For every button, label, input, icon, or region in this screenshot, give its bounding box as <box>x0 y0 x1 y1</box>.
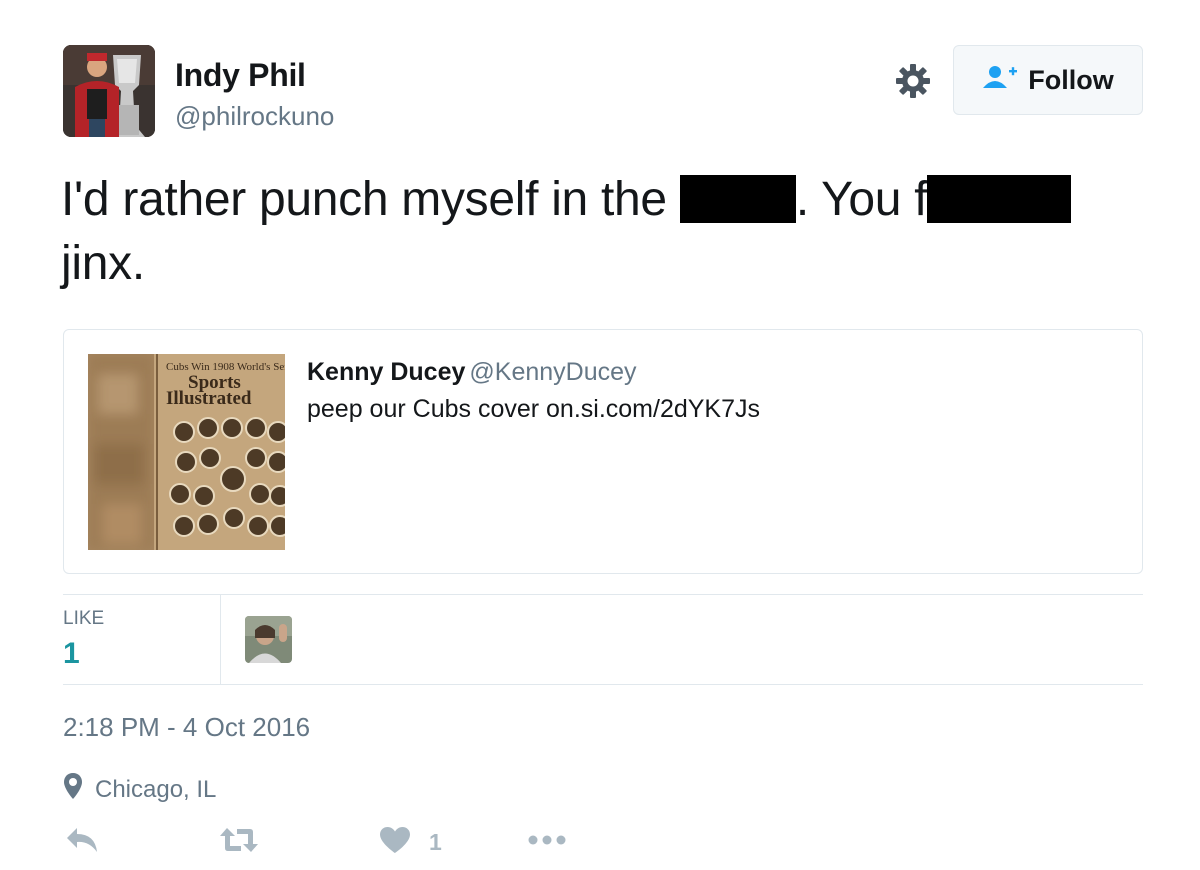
like-action-count: 1 <box>429 828 442 855</box>
tweet-text-part1: I'd rather punch myself in the <box>61 173 680 226</box>
tweet-stats: LIKE 1 <box>63 594 1143 685</box>
tweet-header: Indy Phil @philrockuno Follow <box>63 45 1143 137</box>
author-name[interactable]: Indy Phil <box>175 57 306 94</box>
like-stat[interactable]: LIKE 1 <box>63 595 221 684</box>
cover-title-2: Illustrated <box>166 388 252 409</box>
tweet-location[interactable]: Chicago, IL <box>63 772 216 807</box>
tweet-text-part3: jinx. <box>61 237 145 290</box>
retweet-icon <box>219 826 259 859</box>
redaction-box <box>927 175 1072 223</box>
location-label: Chicago, IL <box>95 775 217 803</box>
tweet-actions: 1 <box>63 822 663 862</box>
follow-button[interactable]: Follow <box>953 45 1143 115</box>
tweet-text-part2: . You f <box>795 173 928 226</box>
follow-label: Follow <box>1028 64 1114 95</box>
more-button[interactable] <box>527 822 567 862</box>
author-handle[interactable]: @philrockuno <box>175 101 334 132</box>
quoted-tweet-image[interactable]: Cubs Win 1908 World's Ser Sports Illustr… <box>88 354 285 550</box>
quoted-author-handle[interactable]: @KennyDucey <box>469 358 636 386</box>
tweet-timestamp[interactable]: 2:18 PM - 4 Oct 2016 <box>63 712 310 743</box>
more-dots-icon <box>527 833 567 851</box>
gear-icon[interactable] <box>893 61 933 101</box>
add-user-icon <box>982 64 1018 97</box>
tweet-text: I'd rather punch myself in the . You f ji… <box>61 168 1141 296</box>
reply-icon <box>65 826 99 859</box>
liker-avatar[interactable] <box>245 616 292 663</box>
quoted-author-name[interactable]: Kenny Ducey <box>307 358 465 386</box>
quoted-tweet-text: peep our Cubs cover on.si.com/2dYK7Js <box>307 395 761 423</box>
like-button[interactable]: 1 <box>379 822 442 862</box>
location-pin-icon <box>63 772 83 807</box>
author-avatar[interactable] <box>63 45 155 137</box>
retweet-button[interactable] <box>219 822 259 862</box>
like-stat-label: LIKE <box>63 608 105 629</box>
heart-icon <box>379 826 411 859</box>
quoted-tweet-author[interactable]: Kenny Ducey @KennyDucey <box>307 358 637 387</box>
redaction-box <box>679 175 796 223</box>
quoted-tweet[interactable]: Cubs Win 1908 World's Ser Sports Illustr… <box>63 329 1143 574</box>
reply-button[interactable] <box>65 822 99 862</box>
like-stat-count[interactable]: 1 <box>63 637 80 671</box>
